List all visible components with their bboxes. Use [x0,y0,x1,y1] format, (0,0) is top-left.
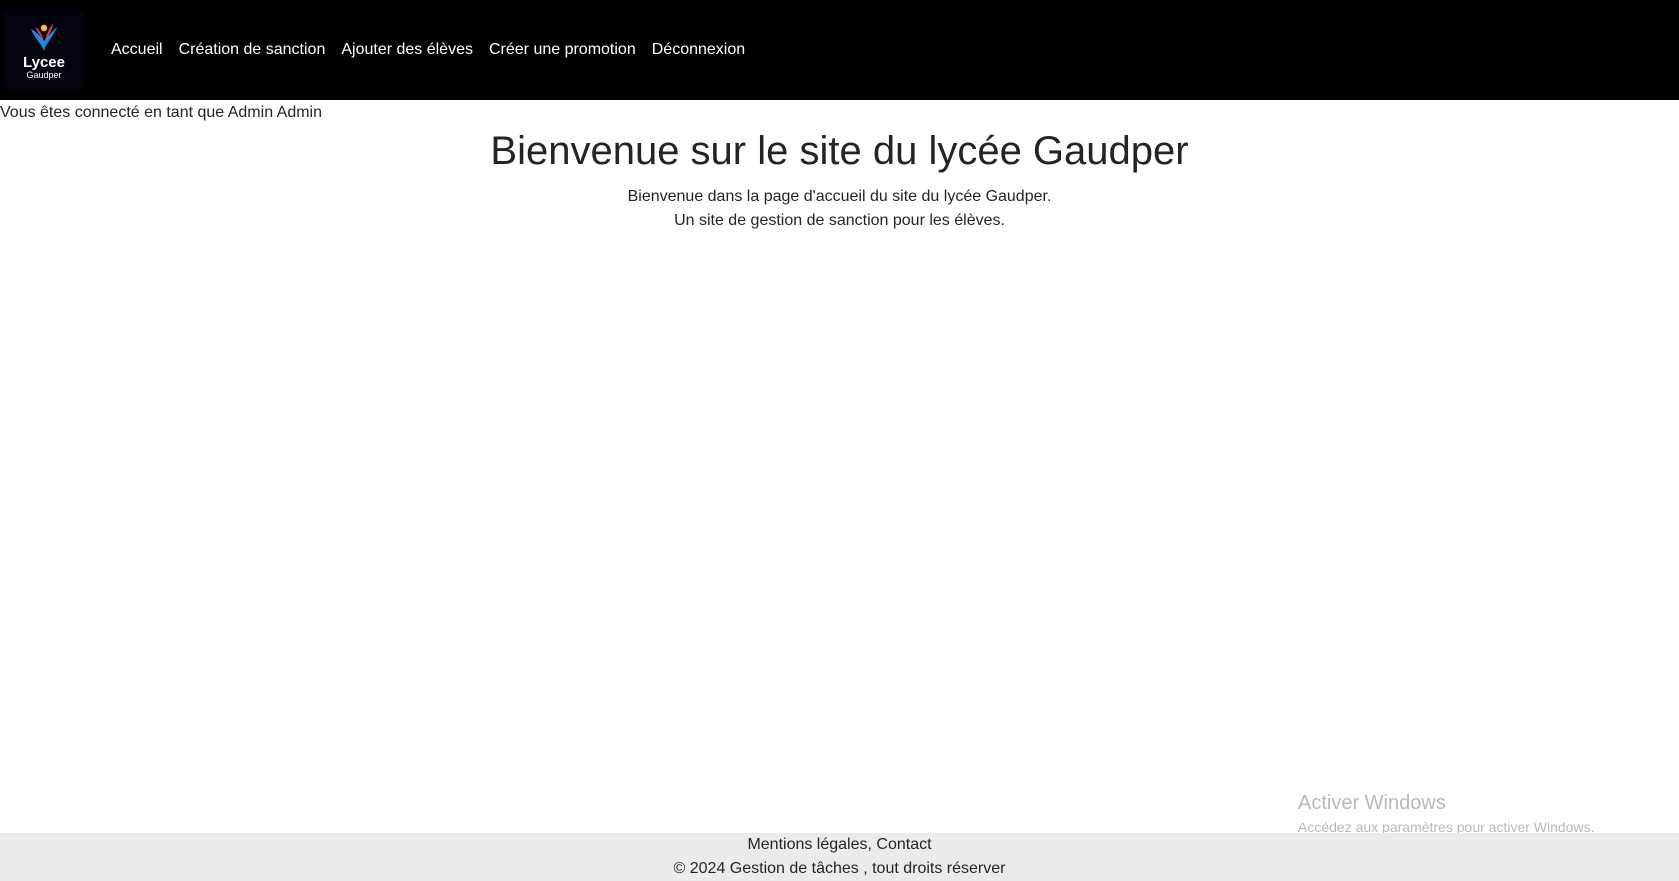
logo-text-sub: Gaudper [26,70,62,80]
welcome-section: Bienvenue sur le site du lycée Gaudper B… [0,125,1679,233]
nav-link-creation-sanction[interactable]: Création de sanction [171,33,334,67]
top-navbar: Lycee Gaudper Accueil Création de sancti… [0,0,1679,100]
nav-link-ajouter-eleves[interactable]: Ajouter des élèves [333,33,481,67]
watermark-title: Activer Windows [1298,792,1446,814]
nav-link-creer-promotion[interactable]: Créer une promotion [481,33,644,67]
nav-link-accueil[interactable]: Accueil [103,33,171,67]
lycee-bird-logo-icon [31,23,57,51]
logo-text-main: Lycee [23,54,65,71]
contact-link[interactable]: Contact [876,836,931,853]
windows-activation-watermark: Activer Windows Accédez aux paramètres p… [1298,791,1594,837]
nav-link-deconnexion[interactable]: Déconnexion [644,33,753,67]
nav-links: Accueil Création de sanction Ajouter des… [103,0,753,100]
login-status-text: Vous êtes connecté en tant que Admin Adm… [0,104,322,121]
page-footer: Mentions légales, Contact © 2024 Gestion… [0,833,1679,881]
footer-links: Mentions légales, Contact [0,833,1679,857]
description-text: Un site de gestion de sanction pour les … [674,212,1005,229]
site-logo[interactable]: Lycee Gaudper [4,11,84,89]
mentions-legales-link[interactable]: Mentions légales [747,836,867,853]
page-title: Bienvenue sur le site du lycée Gaudper [490,129,1189,173]
welcome-text: Bienvenue dans la page d'accueil du site… [627,188,1052,205]
footer-copyright: © 2024 Gestion de tâches , tout droits r… [673,860,1006,877]
